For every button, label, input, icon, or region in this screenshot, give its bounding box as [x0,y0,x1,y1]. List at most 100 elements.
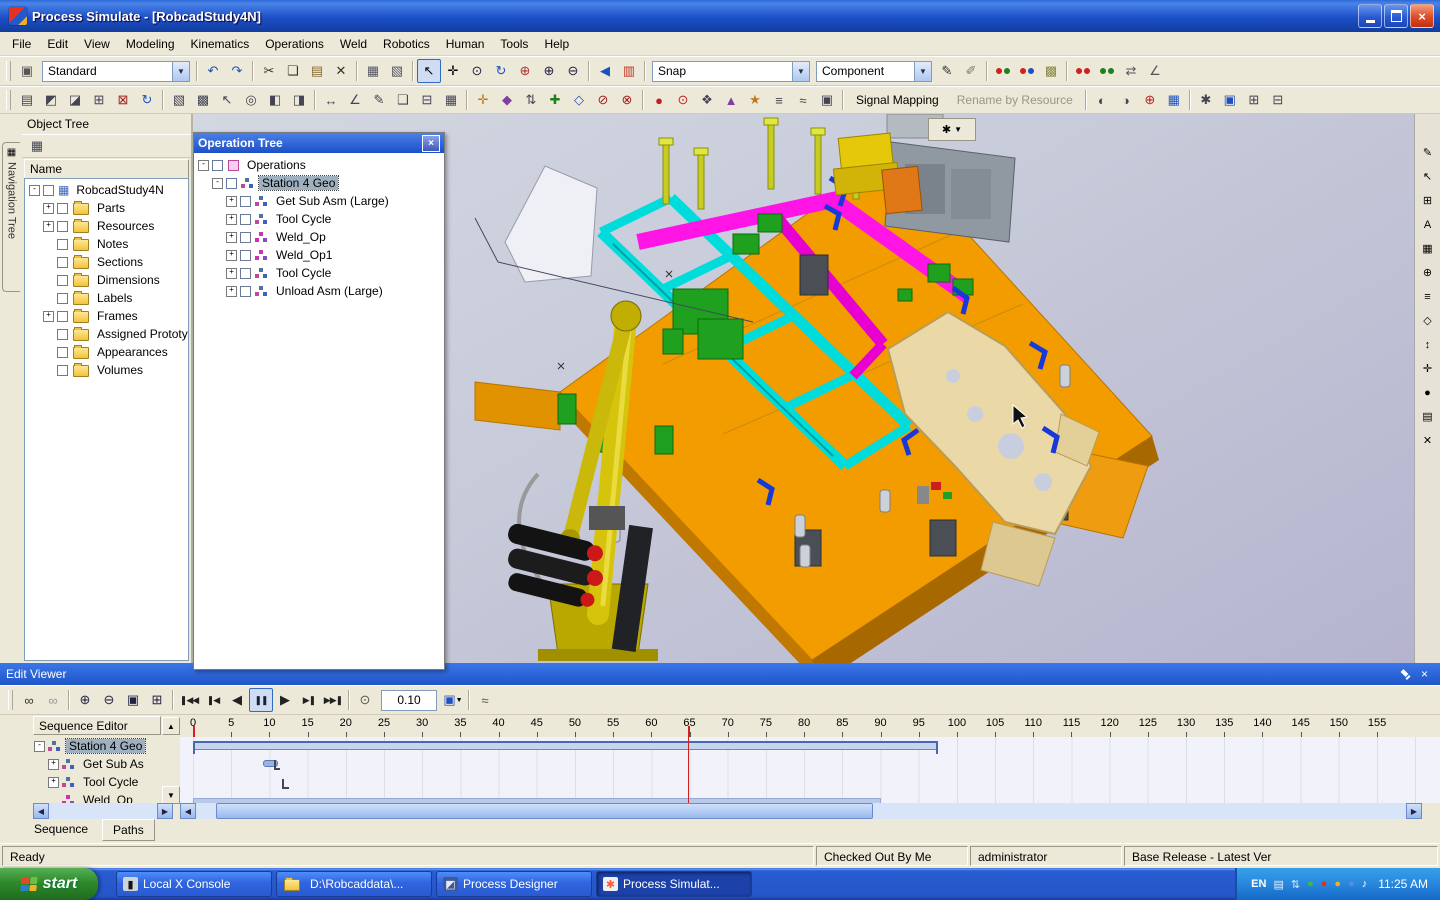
zoom-out-icon[interactable]: ⊖ [561,59,585,83]
grid-icon[interactable]: ▦ [439,88,463,112]
shaded-icon[interactable]: ▩ [191,88,215,112]
tree-scroll-left-button[interactable]: ◀ [33,803,49,819]
link-icon[interactable]: ∞ [17,688,41,712]
close-button[interactable]: × [1410,4,1434,28]
zoom-fit-time-icon[interactable]: ⊞ [145,688,169,712]
cross-snap-icon[interactable]: ✛ [1418,360,1438,377]
tree-row[interactable]: +Appearances [25,343,188,361]
menu-weld[interactable]: Weld [332,33,375,55]
measure-angle-icon[interactable]: ∠ [1143,59,1167,83]
snap-combo[interactable]: Snap ▼ [652,60,810,82]
tree-item-label[interactable]: Station 4 Geo [64,738,147,754]
detach-icon[interactable]: ⊟ [1266,88,1290,112]
refresh-view-icon[interactable]: ↻ [489,59,513,83]
expander-icon[interactable]: - [29,184,40,196]
visibility-checkbox[interactable] [57,274,68,286]
keyboard-icon[interactable]: ▤ [1273,878,1283,891]
step-forward-icon[interactable]: ▶❚ [297,688,321,712]
tree-item-label[interactable]: Station 4 Geo [257,175,340,191]
weld-point-icon[interactable]: ● [647,88,671,112]
visibility-checkbox[interactable] [43,184,54,196]
tree-item-label[interactable]: Weld_Op [273,230,329,244]
tree-row[interactable]: +Notes [25,235,188,253]
target-icon[interactable]: ⊕ [1138,88,1162,112]
clear-view-icon[interactable]: ✕ [1418,432,1438,449]
restore-button[interactable] [1384,4,1408,28]
gun-search-icon[interactable]: ❖ [695,88,719,112]
name-column-header[interactable]: Name [24,159,189,179]
gantt-bar-summary[interactable] [193,741,938,754]
dropdown-arrow-icon[interactable]: ▼ [914,61,931,81]
nav-cube-icon[interactable]: ▦ [1162,88,1186,112]
tree-item-label[interactable]: Appearances [94,345,171,359]
tree-row[interactable]: - Operations [194,156,444,174]
tree-item-label[interactable]: Weld_Op1 [273,248,335,262]
gantt-area[interactable] [180,737,1440,803]
expander-icon[interactable]: + [226,213,237,225]
step-back-icon[interactable]: ❚◀ [201,688,225,712]
go-end-icon[interactable]: ▶▶❚ [321,688,345,712]
chart-filter-icon[interactable]: ≈ [473,688,497,712]
operation-tree-close-button[interactable]: × [422,134,440,152]
dropdown-arrow-icon[interactable]: ▼ [792,61,809,81]
copy-icon[interactable]: ❏ [281,59,305,83]
app-blue-icon[interactable]: ● [1348,878,1355,890]
menu-modeling[interactable]: Modeling [118,33,183,55]
visibility-checkbox[interactable] [240,249,251,261]
playhead-line[interactable] [688,737,689,803]
weld-projection-icon[interactable] [991,59,1015,83]
menu-view[interactable]: View [76,33,118,55]
delete-icon[interactable]: ✕ [329,59,353,83]
edit-note-icon[interactable]: ✎ [935,59,959,83]
menu-operations[interactable]: Operations [257,33,332,55]
menu-tools[interactable]: Tools [492,33,536,55]
placement-icon[interactable]: ▦ [361,59,385,83]
status-green-icon[interactable]: ● [1307,878,1314,890]
layers-icon[interactable]: ≡ [1418,288,1438,305]
menu-kinematics[interactable]: Kinematics [183,33,258,55]
measure-icon[interactable]: ↔ [319,88,343,112]
gantt-bar-step[interactable] [281,779,290,789]
frame-create-icon[interactable]: ✛ [471,88,495,112]
visibility-checkbox[interactable] [57,202,68,214]
visibility-checkbox[interactable] [240,285,251,297]
tree-row[interactable]: + Get Sub Asm (Large) [194,192,444,210]
tree-row[interactable]: + Tool Cycle [30,773,180,791]
tree-item-label[interactable]: Parts [94,201,128,215]
status-yellow-icon[interactable]: ● [1334,878,1341,890]
expander-icon[interactable]: + [43,220,54,232]
new-operation-icon[interactable]: ⊞ [87,88,111,112]
pin-icon[interactable] [1401,669,1411,679]
expander-icon[interactable]: - [212,177,223,189]
toolbar-grip[interactable] [6,61,11,81]
tree-row[interactable]: + Weld_Op [194,228,444,246]
robot-jog-icon[interactable]: ✚ [543,88,567,112]
wireframe-icon[interactable]: ▧ [167,88,191,112]
tree-scroll-right-button[interactable]: ▶ [157,803,173,819]
tree-item-label[interactable]: Weld_Op [80,793,136,803]
swept-volume-icon[interactable]: ▲ [719,88,743,112]
project-points-icon[interactable]: ⊙ [671,88,695,112]
tree-item-label[interactable]: RobcadStudy4N [73,183,166,197]
tree-hscroll[interactable]: ◀ ▶ [33,803,173,819]
collision-off-icon[interactable]: ⊘ [591,88,615,112]
markup-pen-icon[interactable]: ✎ [1418,144,1438,161]
pick-filter-icon[interactable]: ◎ [239,88,263,112]
tree-item-label[interactable]: Labels [94,291,135,305]
view-style-gear-button[interactable]: ✱ ▼ [928,118,976,141]
tree-item-label[interactable]: Unload Asm (Large) [273,284,386,298]
visibility-checkbox[interactable] [226,177,237,189]
zoom-window-time-icon[interactable]: ▣ [121,688,145,712]
display-compare-icon[interactable]: ◐ [1090,88,1114,112]
toolbar-preset-combo[interactable]: Standard ▼ [42,60,190,82]
gantt-ruler[interactable]: 0 5 10 15 20 25 30 35 40 45 50 55 60 65 70 75 80 85 90 95 10… [180,715,1440,738]
expander-icon[interactable]: + [43,310,54,322]
label-icon[interactable]: A [1418,216,1438,233]
capture-view-icon[interactable]: ▣ [1218,88,1242,112]
frame-snap-icon[interactable]: ⊞ [1418,192,1438,209]
note-icon[interactable]: ❑ [391,88,415,112]
open-cell-icon[interactable]: ▤ [15,88,39,112]
menu-file[interactable]: File [4,33,39,55]
alert-red-icon[interactable]: ● [1321,878,1328,890]
tree-row[interactable]: + Get Sub As [30,755,180,773]
